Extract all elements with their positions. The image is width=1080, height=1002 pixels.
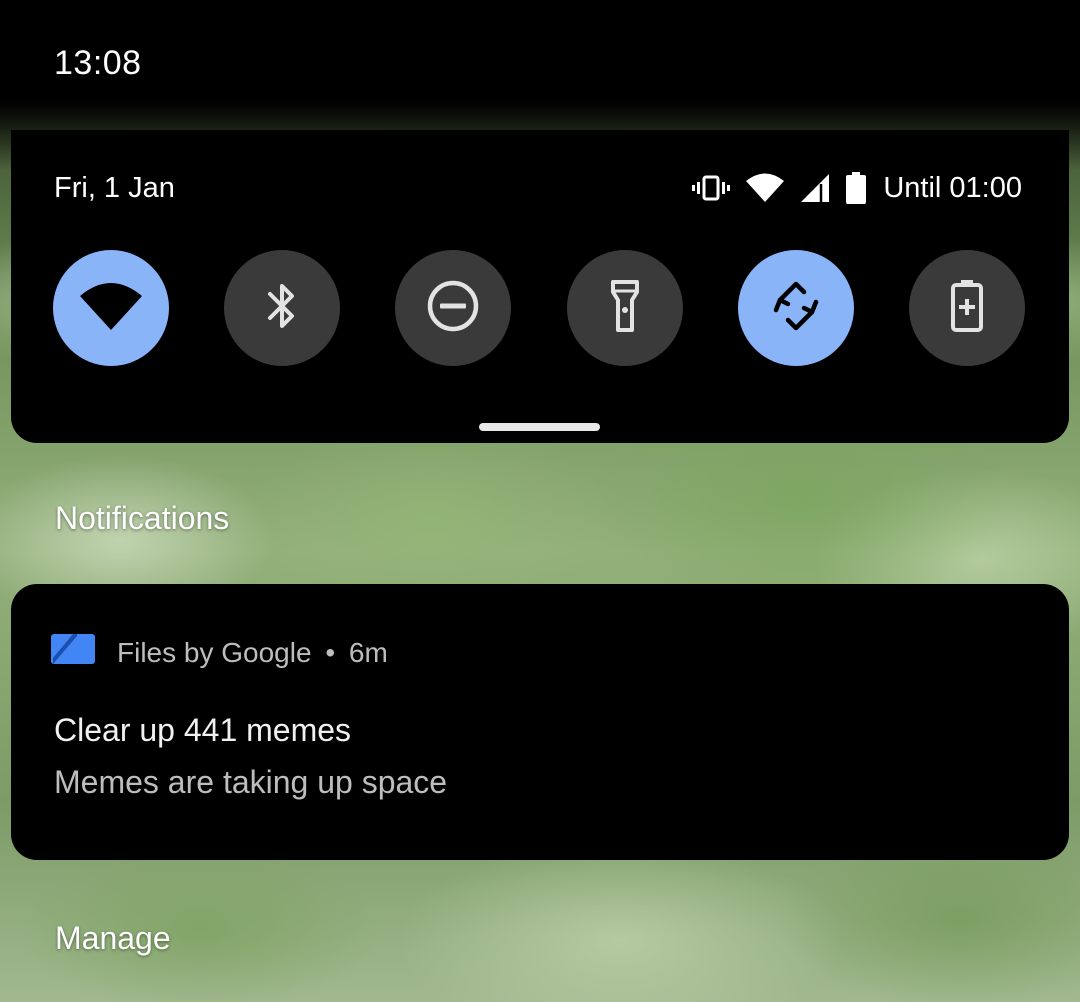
do-not-disturb-icon [425, 278, 481, 339]
notification-title: Clear up 441 memes [54, 712, 352, 748]
notification-app-name: Files by Google [117, 636, 312, 668]
flashlight-tile[interactable] [566, 250, 683, 366]
auto-rotate-tile[interactable] [737, 250, 854, 366]
notification-body: Memes are taking up space [54, 764, 448, 800]
battery-saver-tile[interactable] [908, 250, 1025, 366]
do-not-disturb-tile[interactable] [395, 250, 512, 366]
battery-icon [845, 171, 867, 205]
wifi-tile[interactable] [53, 250, 169, 366]
vibrate-icon [691, 172, 731, 204]
quick-settings-tiles [53, 250, 1025, 366]
bluetooth-tile[interactable] [224, 250, 341, 366]
bluetooth-icon [262, 278, 302, 339]
manage-button[interactable]: Manage [55, 920, 171, 957]
files-by-google-icon [51, 632, 95, 673]
wifi-icon [79, 280, 143, 337]
status-icons-row: Until 01:00 [691, 168, 1022, 208]
notification-separator: • [325, 636, 336, 668]
auto-rotate-icon [766, 276, 826, 341]
cellular-signal-icon [799, 172, 831, 204]
battery-status-text: Until 01:00 [883, 171, 1022, 204]
quick-settings-drag-handle[interactable] [479, 423, 600, 431]
notification-time: 6m [348, 636, 388, 668]
quick-settings-date[interactable]: Fri, 1 Jan [54, 172, 175, 205]
notifications-header: Notifications [55, 500, 230, 536]
status-bar-time: 13:08 [54, 44, 142, 82]
notification-card[interactable]: Files by Google • 6m Clear up 441 memes … [11, 584, 1069, 860]
flashlight-icon [605, 278, 645, 339]
battery-saver-icon [947, 278, 987, 339]
wifi-icon [745, 172, 785, 204]
notification-header: Files by Google • 6m [51, 632, 388, 673]
